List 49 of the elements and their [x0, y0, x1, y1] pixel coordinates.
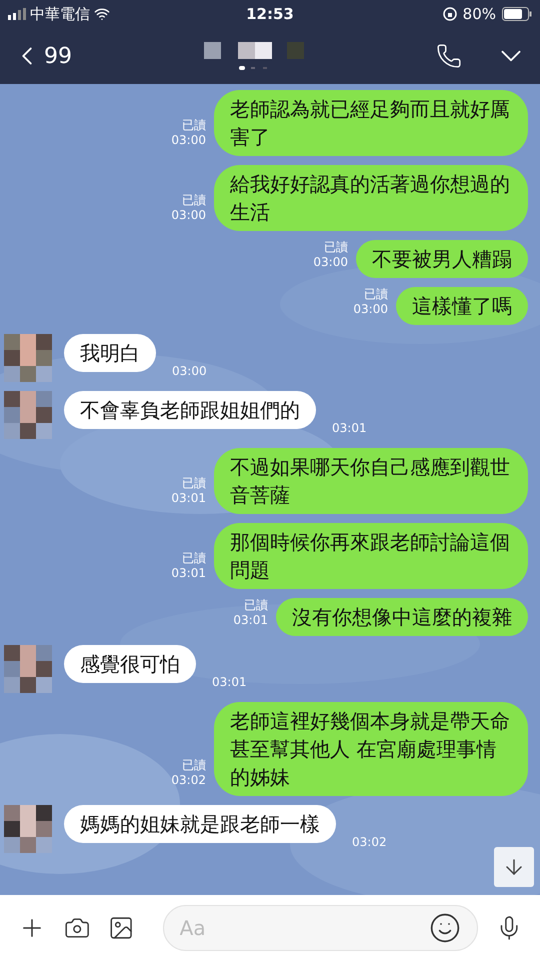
page-dots [239, 66, 269, 70]
message-time: 03:00 [313, 255, 348, 270]
scroll-down-button[interactable] [494, 847, 534, 887]
received-message-bubble: 不會辜負老師跟姐姐們的 [64, 391, 316, 429]
read-receipt: 已讀 [182, 758, 206, 773]
read-receipt: 已讀 [364, 287, 388, 302]
message-time: 03:02 [171, 773, 206, 788]
message-time: 03:01 [233, 613, 268, 628]
sent-message-bubble: 這樣懂了嗎 [396, 287, 528, 325]
sent-message-bubble: 老師這裡好幾個本身就是帶天命甚至幫其他人 在宮廟處理事情的姊妹 [214, 702, 528, 796]
received-message-bubble: 我明白 [64, 334, 156, 372]
message-time: 03:01 [171, 491, 206, 506]
rotation-lock-icon [442, 7, 457, 21]
read-receipt: 已讀 [182, 193, 206, 208]
message-time: 03:00 [353, 302, 388, 317]
sent-message-bubble: 不過如果哪天你自己感應到觀世音菩薩 [214, 448, 528, 514]
battery-icon [502, 7, 532, 21]
read-receipt: 已讀 [324, 240, 348, 255]
avatar [4, 805, 52, 853]
received-message-bubble: 感覺很可怕 [64, 645, 196, 683]
read-receipt: 已讀 [244, 598, 268, 613]
message-time: 03:01 [171, 566, 206, 581]
avatar [4, 334, 52, 382]
wifi-icon [94, 6, 110, 22]
message-time: 03:00 [171, 208, 206, 223]
signal-icon [8, 8, 26, 20]
clock: 12:53 [246, 4, 294, 25]
sent-message-bubble: 不要被男人糟蹋 [356, 240, 528, 278]
message-time: 03:00 [172, 363, 207, 380]
avatar [4, 391, 52, 439]
sent-message-bubble: 沒有你想像中這麼的複雜 [276, 598, 528, 636]
back-button[interactable]: 99 [12, 40, 72, 72]
message-time: 03:01 [332, 420, 367, 437]
call-button[interactable] [436, 43, 462, 69]
message-time: 03:00 [171, 133, 206, 148]
message-time: 03:01 [212, 674, 247, 691]
sent-message-bubble: 那個時候你再來跟老師討論這個問題 [214, 523, 528, 589]
message-field[interactable]: Aa [162, 904, 478, 950]
sent-message-bubble: 老師認為就已經足夠而且就好厲害了 [214, 90, 528, 156]
sent-message-bubble: 給我好好認真的活著過你想過的生活 [214, 165, 528, 231]
battery-percent: 80% [462, 4, 496, 25]
emoji-button[interactable] [428, 912, 461, 944]
read-receipt: 已讀 [182, 476, 206, 491]
read-receipt: 已讀 [182, 551, 206, 566]
message-time: 03:02 [352, 834, 387, 851]
avatar [4, 645, 52, 693]
received-message-bubble: 媽媽的姐妹就是跟老師一樣 [64, 805, 336, 843]
read-receipt: 已讀 [182, 118, 206, 133]
carrier-name: 中華電信 [30, 4, 90, 25]
